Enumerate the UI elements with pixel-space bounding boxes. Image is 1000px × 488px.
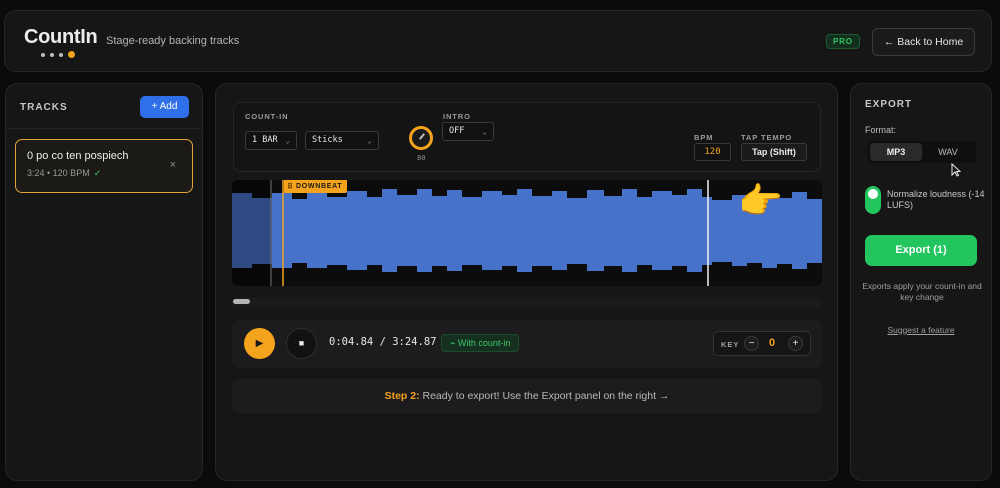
volume-value: 80 [417, 154, 426, 162]
divider [6, 128, 202, 129]
key-label: KEY [721, 340, 740, 349]
check-icon: ✓ [93, 168, 102, 178]
format-label: Format: [865, 125, 897, 135]
scrollbar-thumb[interactable] [233, 299, 250, 304]
stop-button[interactable]: ■ [286, 328, 317, 359]
remove-track-icon[interactable]: × [170, 159, 176, 171]
back-to-home-button[interactable]: ← Back to Home [872, 28, 975, 56]
mouse-cursor-icon [951, 163, 961, 177]
play-button[interactable]: ▶ [244, 328, 275, 359]
count-in-bars-value: 1 BAR [252, 135, 278, 145]
app-tagline: Stage-ready backing tracks [106, 35, 240, 47]
format-mp3-option[interactable]: MP3 [870, 143, 922, 161]
key-value: 0 [769, 337, 776, 349]
count-in-label: COUNT-IN [245, 112, 289, 121]
key-down-button[interactable]: − [744, 336, 759, 351]
app-header: CountIn Stage-ready backing tracks PRO ←… [4, 10, 992, 72]
normalize-toggle[interactable] [865, 186, 881, 214]
key-up-button[interactable]: + [788, 336, 803, 351]
export-button[interactable]: Export (1) [865, 235, 977, 266]
format-wav-option[interactable]: WAV [922, 143, 974, 161]
intro-select[interactable]: OFF ⌄ [442, 122, 494, 141]
count-in-sound-value: Sticks [312, 135, 343, 145]
playback-time: 0:04.84 / 3:24.87 [329, 336, 437, 348]
track-meta: 3:24 • 120 BPM ✓ [27, 168, 101, 179]
normalize-label: Normalize loudness (-14 LUFS) [887, 189, 985, 210]
export-title: EXPORT [865, 99, 913, 110]
controls-bar: COUNT-IN 1 BAR ⌄ Sticks ⌄ 80 INTRO OFF ⌄ BP… [233, 102, 821, 172]
editor-panel: COUNT-IN 1 BAR ⌄ Sticks ⌄ 80 INTRO OFF ⌄ BP… [215, 83, 838, 481]
tap-tempo-label: TAP TEMPO [741, 133, 793, 142]
waveform[interactable]: DOWNBEAT 👉 [232, 180, 822, 286]
tap-tempo-button[interactable]: Tap (Shift) [741, 143, 807, 161]
key-control: KEY − 0 + [713, 331, 811, 356]
transport-bar: ▶ ■ 0:04.84 / 3:24.87 ⌁ With count-in KE… [232, 320, 822, 368]
add-track-button[interactable]: + Add [140, 96, 189, 118]
step-text: Ready to export! Use the Export panel on… [419, 390, 670, 402]
bpm-label: BPM [694, 133, 714, 142]
bpm-input[interactable]: 120 [694, 143, 731, 161]
count-in-volume-knob[interactable] [409, 126, 433, 150]
pro-badge: PRO [826, 34, 860, 49]
step-prefix: Step 2: [384, 390, 420, 402]
track-meta-text: 3:24 • 120 BPM [27, 168, 90, 178]
chevron-down-icon: ⌄ [482, 127, 487, 136]
waveform-scrollbar[interactable] [232, 297, 822, 307]
app-logo: CountIn [24, 26, 98, 48]
tracks-title: TRACKS [20, 102, 68, 113]
track-item[interactable]: 0 po co ten pospiech 3:24 • 120 BPM ✓ × [15, 139, 193, 193]
format-toggle: MP3 WAV [868, 141, 976, 163]
intro-label: INTRO [443, 112, 471, 121]
count-in-bars-select[interactable]: 1 BAR ⌄ [245, 131, 297, 150]
chevron-down-icon: ⌄ [285, 136, 290, 145]
intro-value: OFF [449, 126, 465, 136]
chevron-down-icon: ⌄ [367, 136, 372, 145]
count-in-sound-select[interactable]: Sticks ⌄ [305, 131, 379, 150]
suggest-feature-link[interactable]: Suggest a feature [851, 325, 991, 335]
downbeat-marker[interactable]: DOWNBEAT [284, 180, 348, 193]
tracks-panel: TRACKS + Add 0 po co ten pospiech 3:24 •… [5, 83, 203, 481]
waveform-graphic [232, 180, 822, 286]
logo-dots [41, 51, 75, 58]
track-name: 0 po co ten pospiech [27, 150, 129, 162]
count-in-badge: ⌁ With count-in [441, 334, 520, 352]
pointing-hand-icon: 👉 [738, 180, 783, 221]
step-banner: Step 2: Ready to export! Use the Export … [232, 379, 822, 413]
export-note: Exports apply your count-in and key chan… [862, 281, 982, 302]
export-panel: EXPORT Format: MP3 WAV Normalize loudnes… [850, 83, 992, 481]
